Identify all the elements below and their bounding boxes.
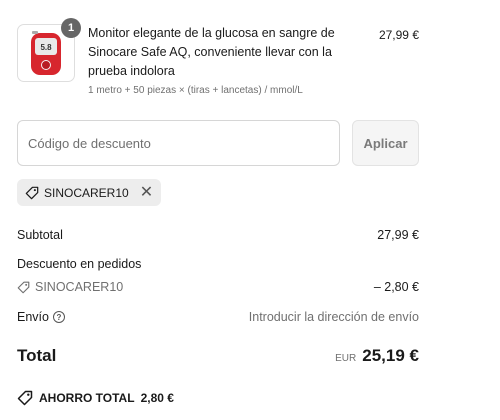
svg-text:5.8: 5.8 bbox=[40, 43, 52, 52]
savings-label: AHORRO TOTAL bbox=[39, 391, 135, 405]
shipping-row: Envío ? Introducir la dirección de envío bbox=[17, 310, 419, 324]
shipping-value: Introducir la dirección de envío bbox=[248, 310, 419, 324]
applied-discount-code: SINOCARER10 bbox=[44, 185, 129, 200]
remove-discount-close-icon[interactable]: ✕ bbox=[140, 184, 153, 201]
tag-icon bbox=[17, 281, 30, 293]
discount-code-input[interactable] bbox=[17, 120, 340, 166]
savings-value: 2,80 € bbox=[140, 391, 174, 405]
apply-discount-button[interactable]: Aplicar bbox=[352, 120, 419, 166]
order-discount-row: Descuento en pedidos bbox=[17, 257, 419, 271]
tag-icon bbox=[25, 186, 39, 199]
applied-discount-chip: SINOCARER10 ✕ bbox=[17, 179, 162, 206]
discount-code-form: Aplicar bbox=[17, 120, 419, 166]
quantity-badge: 1 bbox=[61, 18, 81, 38]
currency-code: EUR bbox=[335, 353, 357, 364]
product-title: Monitor elegante de la glucosa en sangre… bbox=[88, 26, 335, 78]
subtotal-value: 27,99 € bbox=[377, 228, 419, 242]
total-label: Total bbox=[17, 346, 57, 365]
order-discount-label: Descuento en pedidos bbox=[17, 257, 142, 271]
order-discount-code: SINOCARER10 bbox=[35, 280, 124, 294]
subtotal-row: Subtotal 27,99 € bbox=[17, 228, 419, 242]
total-savings: AHORRO TOTAL 2,80 € bbox=[17, 390, 174, 406]
product-price: 27,99 € bbox=[378, 28, 419, 42]
order-discount-code-row: SINOCARER10 – 2,80 € bbox=[17, 280, 419, 294]
subtotal-label: Subtotal bbox=[17, 228, 63, 242]
shipping-label: Envío bbox=[17, 310, 49, 324]
cart-line-item: 5.8 1 Monitor elegante de la glucosa en … bbox=[17, 18, 419, 98]
savings-tag-icon bbox=[17, 390, 33, 406]
order-discount-value: – 2,80 € bbox=[373, 280, 419, 294]
product-variant: 1 metro + 50 piezas × (tiras + lancetas)… bbox=[88, 85, 303, 96]
question-circle-icon[interactable]: ? bbox=[52, 311, 65, 323]
total-value: 25,19 € bbox=[362, 346, 419, 365]
total-row: Total EUR 25,19 € bbox=[17, 346, 419, 366]
